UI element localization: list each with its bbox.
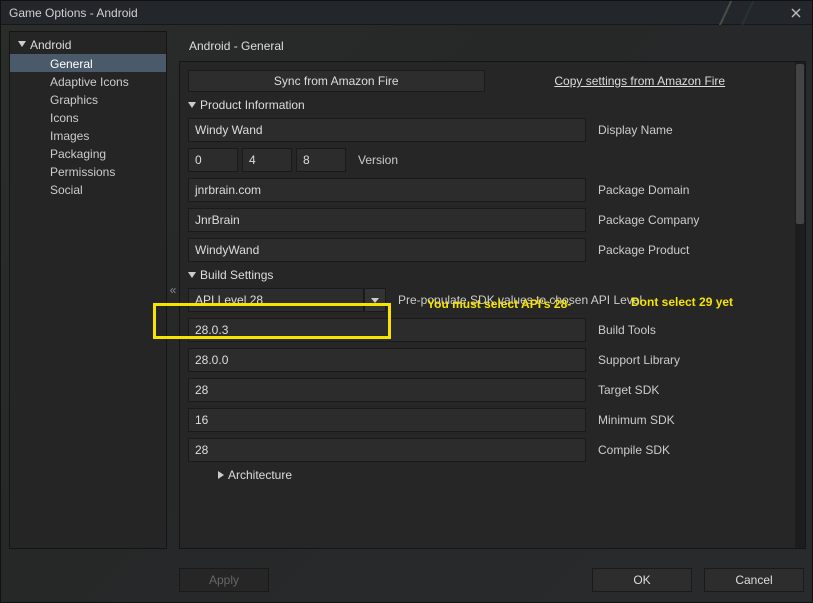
api-level-row: API Level 28 Pre-populate SDK values to … [188, 288, 787, 312]
sync-button[interactable]: Sync from Amazon Fire [188, 70, 485, 92]
chevron-down-icon [371, 298, 379, 303]
version-group: 0 4 8 [188, 148, 346, 172]
sidebar-collapse-handle[interactable]: « [167, 31, 179, 549]
main-panel: Android - General Sync from Amazon Fire … [179, 31, 806, 549]
package-product-label: Package Product [598, 243, 689, 257]
sidebar-item-icons[interactable]: Icons [10, 108, 166, 126]
api-level-dropdown[interactable]: API Level 28 [188, 288, 386, 312]
build-tools-row: 28.0.3 Build Tools [188, 318, 787, 342]
sidebar-item-social[interactable]: Social [10, 180, 166, 198]
content-inner: Sync from Amazon Fire Copy settings from… [180, 62, 795, 548]
sidebar-item-adaptive-icons[interactable]: Adaptive Icons [10, 72, 166, 90]
minimum-sdk-row: 16 Minimum SDK [188, 408, 787, 432]
version-row: 0 4 8 Version [188, 148, 787, 172]
chevron-down-icon [188, 102, 196, 108]
options-window: Game Options - Android Android General A… [0, 0, 813, 603]
build-tools-input[interactable]: 28.0.3 [188, 318, 586, 342]
apply-button[interactable]: Apply [179, 568, 269, 592]
display-name-label: Display Name [598, 123, 673, 137]
section-title: Product Information [200, 98, 305, 112]
version-major-input[interactable]: 0 [188, 148, 238, 172]
package-domain-label: Package Domain [598, 183, 689, 197]
nav-tree: Android General Adaptive Icons Graphics … [10, 32, 166, 202]
target-sdk-input[interactable]: 28 [188, 378, 586, 402]
support-library-row: 28.0.0 Support Library [188, 348, 787, 372]
ok-button[interactable]: OK [592, 568, 692, 592]
cancel-button[interactable]: Cancel [704, 568, 804, 592]
display-name-input[interactable]: Windy Wand [188, 118, 586, 142]
sidebar-item-general[interactable]: General [10, 54, 166, 72]
sidebar-item-images[interactable]: Images [10, 126, 166, 144]
dropdown-button[interactable] [364, 288, 386, 312]
package-product-input[interactable]: WindyWand [188, 238, 586, 262]
titlebar: Game Options - Android [1, 1, 812, 25]
package-product-row: WindyWand Package Product [188, 238, 787, 262]
section-product-information[interactable]: Product Information [188, 98, 787, 112]
copy-settings-link[interactable]: Copy settings from Amazon Fire [493, 70, 788, 92]
compile-sdk-input[interactable]: 28 [188, 438, 586, 462]
compile-sdk-label: Compile SDK [598, 443, 670, 457]
apply-wrap: Apply [179, 568, 269, 592]
api-level-label: Pre-populate SDK values to chosen API Le… [398, 293, 642, 307]
sidebar-item-packaging[interactable]: Packaging [10, 144, 166, 162]
compile-sdk-row: 28 Compile SDK [188, 438, 787, 462]
target-sdk-row: 28 Target SDK [188, 378, 787, 402]
section-architecture[interactable]: Architecture [188, 468, 787, 482]
sidebar-item-permissions[interactable]: Permissions [10, 162, 166, 180]
support-library-input[interactable]: 28.0.0 [188, 348, 586, 372]
version-label: Version [358, 153, 398, 167]
minimum-sdk-input[interactable]: 16 [188, 408, 586, 432]
section-title: Build Settings [200, 268, 273, 282]
vertical-scrollbar[interactable] [795, 62, 805, 548]
section-title: Architecture [228, 468, 292, 482]
package-domain-input[interactable]: jnrbrain.com [188, 178, 586, 202]
package-company-input[interactable]: JnrBrain [188, 208, 586, 232]
api-level-value: API Level 28 [188, 288, 364, 312]
content-area: Sync from Amazon Fire Copy settings from… [179, 61, 806, 549]
package-company-row: JnrBrain Package Company [188, 208, 787, 232]
minimum-sdk-label: Minimum SDK [598, 413, 675, 427]
build-tools-label: Build Tools [598, 323, 656, 337]
support-library-label: Support Library [598, 353, 680, 367]
page-title: Android - General [179, 31, 806, 63]
sidebar-item-graphics[interactable]: Graphics [10, 90, 166, 108]
chevron-right-icon [218, 471, 224, 479]
close-icon[interactable] [788, 5, 804, 21]
package-company-label: Package Company [598, 213, 699, 227]
sync-row: Sync from Amazon Fire Copy settings from… [188, 70, 787, 92]
tree-root-label: Android [30, 38, 71, 52]
chevron-down-icon [18, 41, 26, 47]
target-sdk-label: Target SDK [598, 383, 659, 397]
tree-root-android[interactable]: Android [10, 36, 166, 54]
display-name-row: Windy Wand Display Name [188, 118, 787, 142]
chevron-down-icon [188, 272, 196, 278]
version-minor-input[interactable]: 4 [242, 148, 292, 172]
package-domain-row: jnrbrain.com Package Domain [188, 178, 787, 202]
titlebar-decoration [708, 1, 788, 25]
workspace: Android General Adaptive Icons Graphics … [9, 31, 806, 549]
scrollbar-thumb[interactable] [796, 64, 804, 224]
section-build-settings[interactable]: Build Settings [188, 268, 787, 282]
version-patch-input[interactable]: 8 [296, 148, 346, 172]
window-title: Game Options - Android [9, 6, 138, 20]
footer: Apply OK Cancel [9, 566, 804, 594]
sidebar: Android General Adaptive Icons Graphics … [9, 31, 167, 549]
